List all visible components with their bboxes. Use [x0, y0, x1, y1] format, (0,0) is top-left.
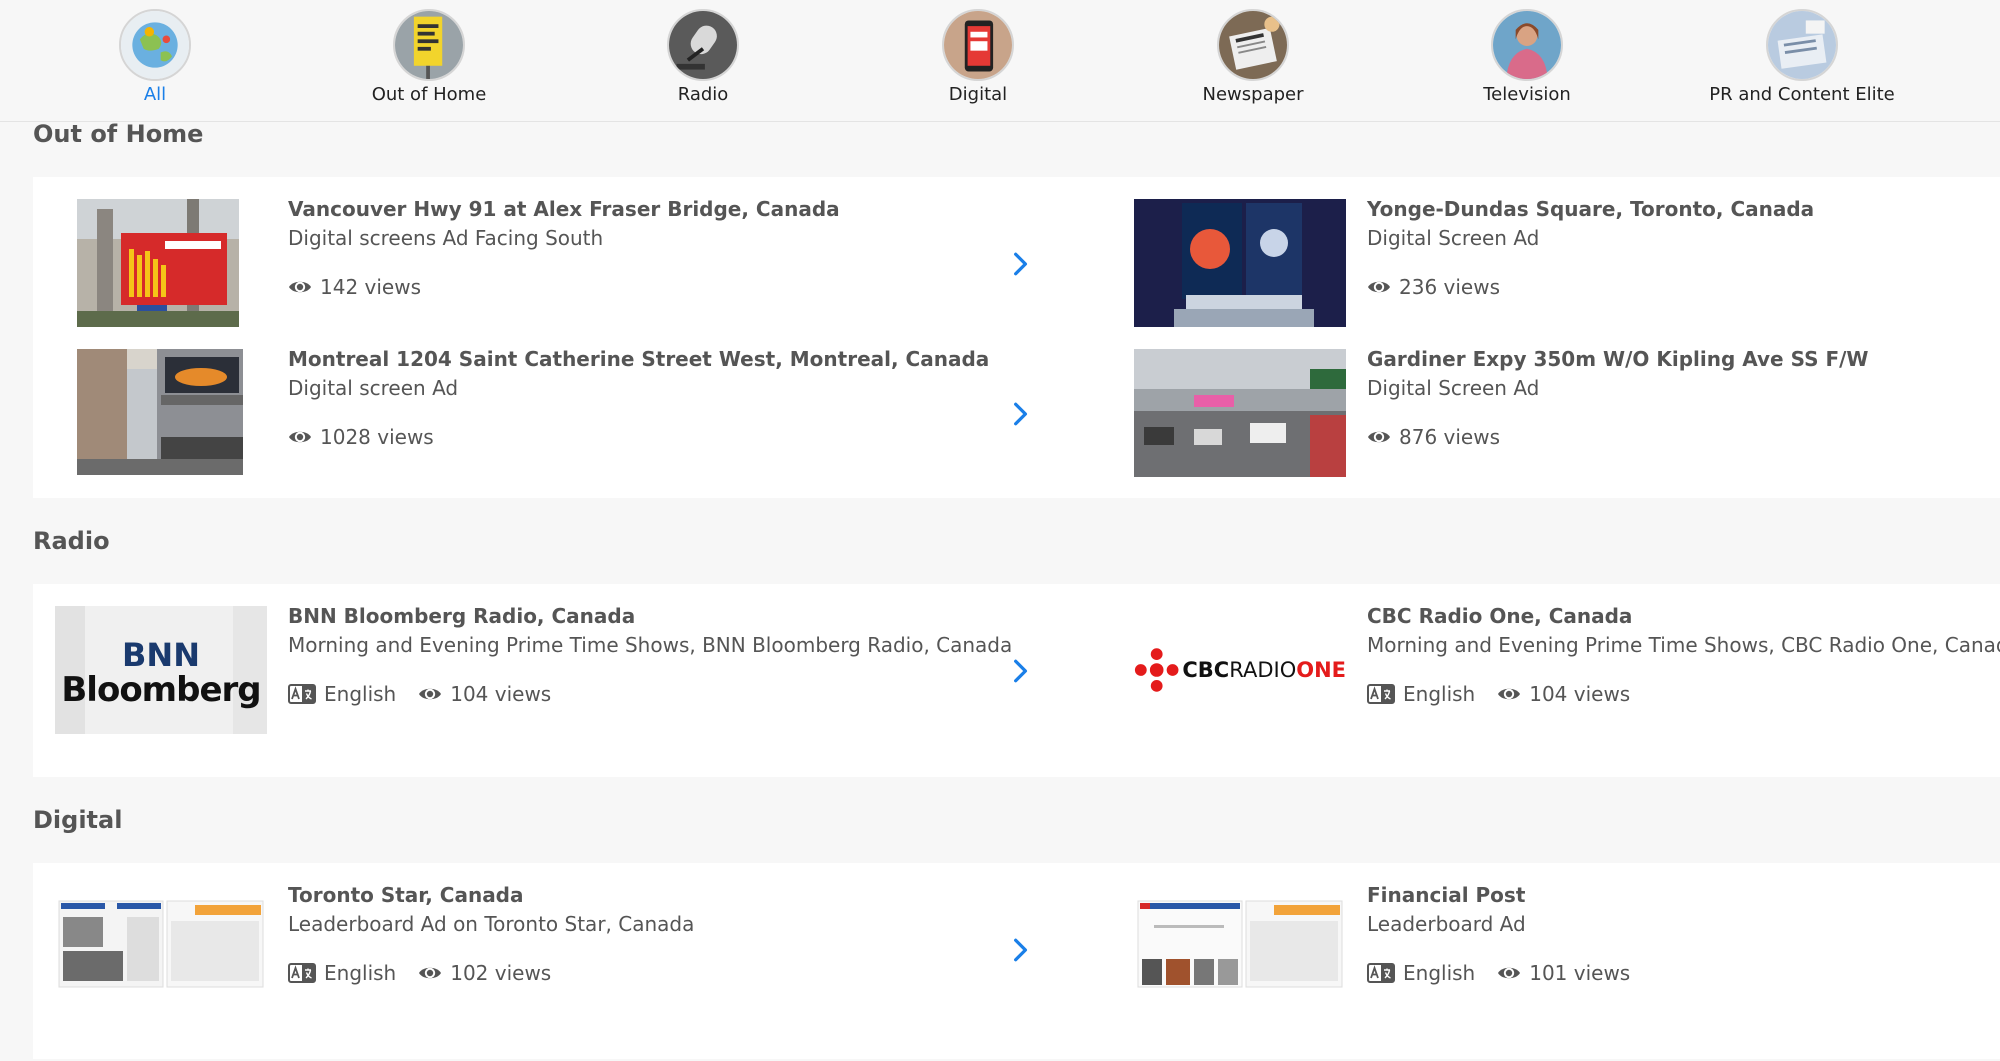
listing-thumbnail[interactable] — [77, 199, 239, 327]
views-count: 1028 views — [320, 425, 434, 449]
chevron-right-icon[interactable] — [1007, 658, 1033, 684]
listing-title[interactable]: Vancouver Hwy 91 at Alex Fraser Bridge, … — [288, 197, 840, 221]
microphone-icon — [667, 9, 739, 81]
eye-icon — [1367, 425, 1391, 449]
category-out-of-home[interactable]: Out of Home — [329, 9, 529, 105]
category-television[interactable]: Television — [1427, 9, 1627, 105]
views-count: 104 views — [450, 682, 552, 706]
category-label: All — [143, 84, 167, 105]
listing-title[interactable]: Gardiner Expy 350m W/O Kipling Ave SS F/… — [1367, 347, 1868, 371]
eye-icon — [1497, 961, 1521, 985]
category-bar: All Out of Home Radio Digital Newspaper … — [0, 0, 2000, 122]
listing-meta: English 104 views — [288, 682, 551, 706]
section-title-out-of-home: Out of Home — [33, 120, 204, 148]
listing-subtitle: Leaderboard Ad on Toronto Star, Canada — [288, 912, 695, 936]
globe-icon — [119, 9, 191, 81]
category-label: Radio — [677, 84, 729, 105]
listing-meta: 142 views — [288, 275, 421, 299]
language-label: English — [324, 961, 397, 985]
language-label: English — [1403, 961, 1476, 985]
listing-title[interactable]: Yonge-Dundas Square, Toronto, Canada — [1367, 197, 1814, 221]
language-icon — [288, 684, 316, 704]
eye-icon — [1367, 275, 1391, 299]
eye-icon — [418, 682, 442, 706]
listing-meta: 236 views — [1367, 275, 1500, 299]
category-pr-and-content-elite[interactable]: PR and Content Elite — [1702, 9, 1902, 105]
television-icon — [1491, 9, 1563, 81]
section-title-radio: Radio — [33, 527, 110, 555]
eye-icon — [418, 961, 442, 985]
language-icon — [288, 963, 316, 983]
billboard-icon — [393, 9, 465, 81]
chevron-right-icon[interactable] — [1007, 401, 1033, 427]
listing-thumbnail[interactable] — [1134, 199, 1346, 327]
listing-title[interactable]: Montreal 1204 Saint Catherine Street Wes… — [288, 347, 989, 371]
category-digital[interactable]: Digital — [878, 9, 1078, 105]
views-count: 236 views — [1399, 275, 1501, 299]
category-newspaper[interactable]: Newspaper — [1153, 9, 1353, 105]
smartphone-icon — [942, 9, 1014, 81]
listing-meta: English 102 views — [288, 961, 551, 985]
listing-thumbnail[interactable] — [1134, 895, 1346, 991]
listing-subtitle: Digital Screen Ad — [1367, 376, 1540, 400]
listing-meta: 876 views — [1367, 425, 1500, 449]
cbc-gem-icon — [1134, 648, 1179, 692]
views-count: 102 views — [450, 961, 552, 985]
eye-icon — [1497, 682, 1521, 706]
listing-thumbnail[interactable] — [1134, 349, 1346, 477]
views-count: 876 views — [1399, 425, 1501, 449]
listing-title[interactable]: BNN Bloomberg Radio, Canada — [288, 604, 635, 628]
eye-icon — [288, 425, 312, 449]
press-release-icon — [1766, 9, 1838, 81]
listing-meta: 1028 views — [288, 425, 434, 449]
newspaper-icon — [1217, 9, 1289, 81]
category-label: Television — [1483, 84, 1571, 105]
listing-subtitle: Morning and Evening Prime Time Shows, CB… — [1367, 633, 2000, 657]
section-title-digital: Digital — [33, 806, 123, 834]
cbc-radio-one-logo[interactable]: CBC RADIO ONE — [1134, 606, 1346, 734]
logo-text: RADIO — [1229, 658, 1297, 682]
language-label: English — [324, 682, 397, 706]
logo-text: CBC — [1182, 658, 1230, 682]
logo-text: ONE — [1296, 658, 1346, 682]
views-count: 104 views — [1529, 682, 1631, 706]
listing-meta: English 101 views — [1367, 961, 1630, 985]
views-count: 142 views — [320, 275, 422, 299]
listing-meta: English 104 views — [1367, 682, 1630, 706]
eye-icon — [288, 275, 312, 299]
category-label: Digital — [948, 84, 1008, 105]
language-icon — [1367, 963, 1395, 983]
listing-subtitle: Digital screen Ad — [288, 376, 459, 400]
category-radio[interactable]: Radio — [603, 9, 803, 105]
category-all[interactable]: All — [55, 9, 255, 105]
language-label: English — [1403, 682, 1476, 706]
listing-thumbnail[interactable] — [55, 895, 267, 991]
logo-text: BNN — [122, 636, 200, 674]
views-count: 101 views — [1529, 961, 1631, 985]
category-label: PR and Content Elite — [1709, 84, 1895, 105]
language-icon — [1367, 684, 1395, 704]
category-label: Out of Home — [371, 84, 487, 105]
listing-subtitle: Digital screens Ad Facing South — [288, 226, 604, 250]
listing-title[interactable]: Toronto Star, Canada — [288, 883, 524, 907]
category-label: Newspaper — [1202, 84, 1304, 105]
chevron-right-icon[interactable] — [1007, 937, 1033, 963]
chevron-right-icon[interactable] — [1007, 251, 1033, 277]
listing-subtitle: Morning and Evening Prime Time Shows, BN… — [288, 633, 1013, 657]
listing-title[interactable]: CBC Radio One, Canada — [1367, 604, 1632, 628]
section-card-digital: Toronto Star, Canada Leaderboard Ad on T… — [33, 863, 2000, 1059]
logo-text: Bloomberg — [61, 670, 261, 710]
bnn-bloomberg-logo[interactable]: BNN Bloomberg — [55, 606, 267, 734]
listing-thumbnail[interactable] — [77, 349, 243, 475]
listing-title[interactable]: Financial Post — [1367, 883, 1525, 907]
listing-subtitle: Leaderboard Ad — [1367, 912, 1526, 936]
listing-subtitle: Digital Screen Ad — [1367, 226, 1540, 250]
section-card-radio: BNN Bloomberg BNN Bloomberg Radio, Canad… — [33, 584, 2000, 777]
section-card-out-of-home: Vancouver Hwy 91 at Alex Fraser Bridge, … — [33, 177, 2000, 498]
